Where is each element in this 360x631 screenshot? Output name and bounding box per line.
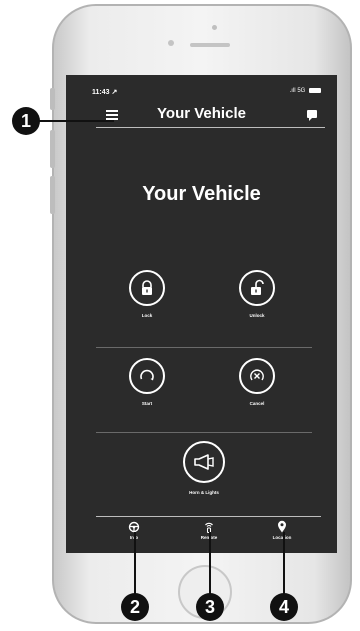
earpiece-speaker — [190, 43, 230, 47]
start-label: Start — [141, 401, 153, 406]
unlock-button[interactable]: Unlock — [222, 270, 292, 318]
start-button[interactable]: Start — [112, 358, 182, 406]
callout-1: 1 — [12, 107, 40, 135]
lock-icon — [129, 270, 165, 306]
signal-icon: .ıll — [289, 88, 296, 95]
status-icons: .ıll 5G — [290, 88, 321, 94]
callout-4: 4 — [270, 593, 298, 621]
cancel-label: Cancel — [249, 401, 265, 406]
mute-switch — [50, 88, 55, 110]
callout-1-leader — [38, 120, 114, 122]
status-time: 11:43 ↗ — [92, 89, 118, 96]
callout-2: 2 — [121, 593, 149, 621]
tabbar-divider — [96, 516, 321, 517]
horn-divider — [96, 432, 312, 433]
sensor-dot — [168, 40, 174, 46]
horn-lights-button[interactable]: Horn & Lights — [164, 441, 244, 495]
front-camera — [212, 25, 217, 30]
location-pin-icon — [257, 520, 307, 534]
horn-lights-label: Horn & Lights — [189, 490, 219, 495]
cancel-button[interactable]: Cancel — [222, 358, 292, 406]
controls-divider — [96, 347, 312, 348]
network-label: 5G — [297, 88, 306, 95]
app-header: Your Vehicle — [66, 105, 337, 125]
app-screen: 11:43 ↗ .ıll 5G Your Vehicle Your Vehicl… — [66, 75, 337, 553]
tab-location[interactable]: Location — [257, 520, 307, 540]
status-bar: 11:43 ↗ .ıll 5G — [66, 88, 337, 100]
page-title: Your Vehicle — [142, 183, 261, 205]
unlock-icon — [239, 270, 275, 306]
battery-icon — [309, 88, 321, 93]
cancel-icon — [239, 358, 275, 394]
chat-icon[interactable] — [307, 110, 317, 121]
start-icon — [129, 358, 165, 394]
callout-3: 3 — [196, 593, 224, 621]
lock-button[interactable]: Lock — [112, 270, 182, 318]
lock-label: Lock — [141, 313, 153, 318]
callout-2-leader — [134, 532, 136, 594]
header-divider — [96, 127, 325, 128]
horn-icon — [183, 441, 225, 483]
callout-3-leader — [209, 532, 211, 594]
volume-up-button — [50, 130, 55, 168]
tab-location-label: Location — [272, 535, 292, 540]
callout-4-leader — [283, 532, 285, 594]
unlock-label: Unlock — [249, 313, 265, 318]
volume-down-button — [50, 176, 55, 214]
